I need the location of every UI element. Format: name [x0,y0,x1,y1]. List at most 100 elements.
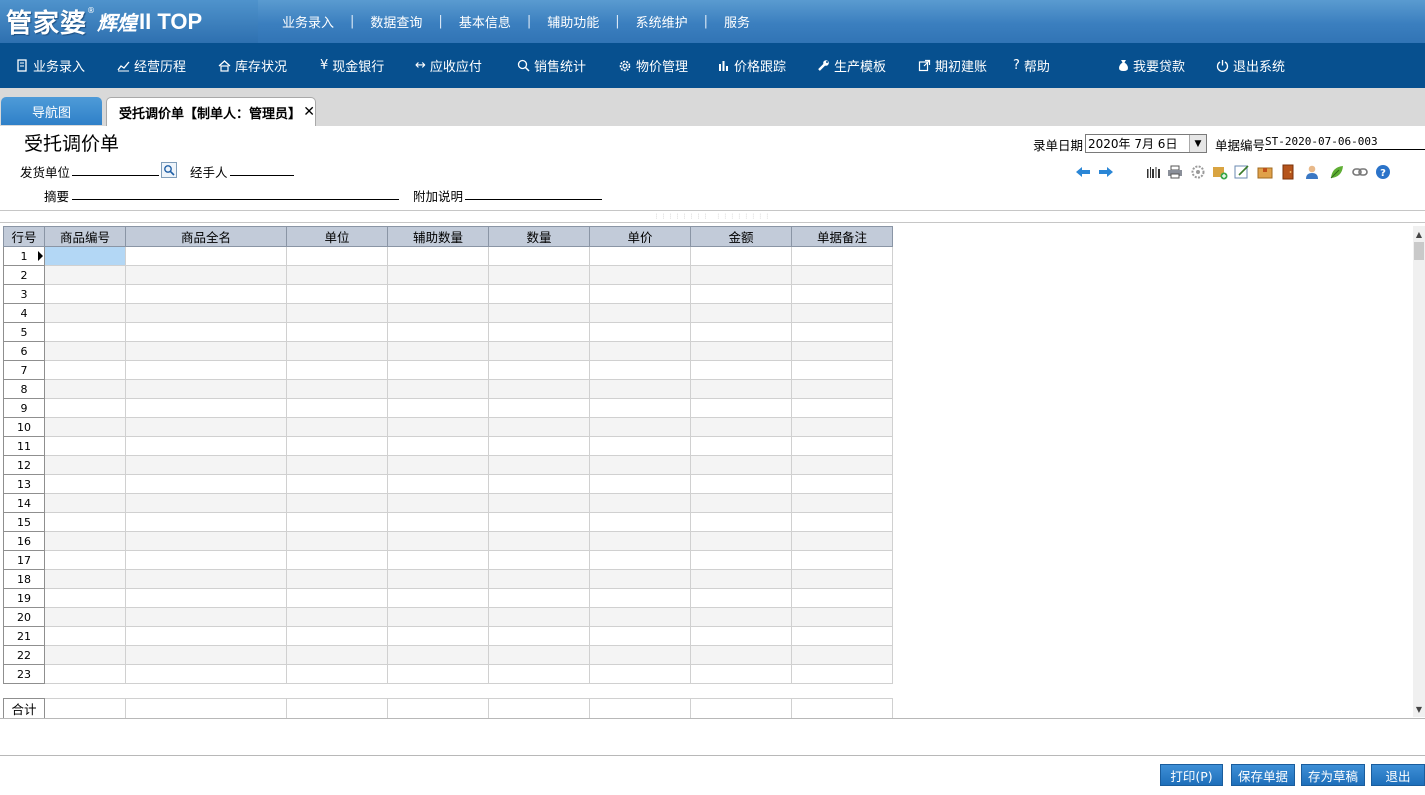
grid-cell[interactable] [286,664,388,684]
grid-cell[interactable] [387,284,489,304]
grid-cell[interactable] [44,607,126,627]
grid-cell[interactable] [690,379,792,399]
grid-cell[interactable] [286,645,388,665]
top-menu-maintenance[interactable]: 系统维护 [620,12,704,31]
col-header-code[interactable]: 商品编号 [44,226,126,247]
tab-consignment-price-adjust[interactable]: 受托调价单【制单人：管理员】 ✕ [106,97,316,126]
top-menu-service[interactable]: 服务 [708,12,766,31]
grid-cell[interactable] [589,265,691,285]
grid-cell[interactable] [589,303,691,323]
grid-cell[interactable] [286,265,388,285]
user-icon[interactable] [1304,164,1320,180]
grid-cell[interactable] [286,417,388,437]
package-icon[interactable] [1257,164,1273,180]
grid-cell[interactable] [589,607,691,627]
grid-cell[interactable] [488,569,590,589]
grid-cell[interactable] [791,645,893,665]
grid-cell[interactable] [690,664,792,684]
save-draft-button[interactable]: 存为草稿 [1301,764,1365,786]
grid-cell[interactable] [791,607,893,627]
grid-cell[interactable] [44,512,126,532]
grid-cell[interactable] [791,322,893,342]
grid-cell[interactable] [125,512,287,532]
grid-cell[interactable] [690,569,792,589]
top-menu-query[interactable]: 数据查询 [354,12,438,31]
grid-cell[interactable] [488,322,590,342]
grid-cell[interactable] [589,436,691,456]
grid-cell[interactable] [286,360,388,380]
grid-cell[interactable] [44,379,126,399]
nav-item-inventory[interactable]: 库存状况 [218,43,287,88]
table-row[interactable]: 11 [3,436,893,456]
grid-cell[interactable] [387,360,489,380]
table-row[interactable]: 14 [3,493,893,513]
grid-cell[interactable] [44,626,126,646]
col-header-aux-qty[interactable]: 辅助数量 [387,226,489,247]
grid-cell[interactable] [690,645,792,665]
col-header-amount[interactable]: 金额 [690,226,792,247]
table-row[interactable]: 22 [3,645,893,665]
grid-cell[interactable] [589,398,691,418]
grid-cell[interactable] [286,569,388,589]
grid-cell[interactable] [690,531,792,551]
grid-cell[interactable] [387,607,489,627]
table-row[interactable]: 4 [3,303,893,323]
grid-cell[interactable] [44,588,126,608]
grid-cell[interactable] [125,303,287,323]
grid-cell[interactable] [690,265,792,285]
grid-cell[interactable] [44,303,126,323]
grid-cell[interactable] [44,398,126,418]
nav-item-cash-bank[interactable]: ¥ 现金银行 [320,43,384,88]
grid-cell[interactable] [690,550,792,570]
grid-cell[interactable] [44,474,126,494]
grid-cell[interactable] [488,284,590,304]
grid-cell[interactable] [44,436,126,456]
grid-cell[interactable] [125,531,287,551]
grid-cell[interactable] [125,322,287,342]
grid-cell[interactable] [589,284,691,304]
grid-cell[interactable] [690,607,792,627]
table-row[interactable]: 19 [3,588,893,608]
grid-cell[interactable] [286,512,388,532]
grid-cell[interactable] [387,379,489,399]
table-row[interactable]: 3 [3,284,893,304]
grid-cell[interactable] [791,303,893,323]
scroll-thumb[interactable] [1414,242,1424,260]
grid-cell[interactable] [125,246,287,266]
grid-cell[interactable] [791,246,893,266]
grid-cell[interactable] [791,360,893,380]
nav-item-opening[interactable]: 期初建账 [918,43,987,88]
print-button[interactable]: 打印(P) [1160,764,1223,786]
table-row[interactable]: 6 [3,341,893,361]
grid-cell[interactable] [589,645,691,665]
grid-cell[interactable] [488,474,590,494]
grid-cell[interactable] [488,626,590,646]
grid-cell[interactable] [791,284,893,304]
table-row[interactable]: 13 [3,474,893,494]
grid-cell[interactable] [125,417,287,437]
grid-cell[interactable] [791,664,893,684]
grid-cell[interactable] [125,626,287,646]
grid-cell[interactable] [387,265,489,285]
grid-cell[interactable] [125,379,287,399]
grid-cell[interactable] [589,379,691,399]
nav-item-entry[interactable]: 业务录入 [16,43,85,88]
grid-cell[interactable] [286,531,388,551]
table-row[interactable]: 9 [3,398,893,418]
grid-cell[interactable] [44,455,126,475]
grid-cell[interactable] [690,588,792,608]
grid-cell[interactable] [791,531,893,551]
grid-cell[interactable] [690,398,792,418]
grid-cell[interactable] [387,246,489,266]
grid-cell[interactable] [44,493,126,513]
grid-cell[interactable] [286,455,388,475]
nav-item-help[interactable]: ? 帮助 [1013,43,1050,88]
grid-cell[interactable] [589,455,691,475]
grid-cell[interactable] [286,626,388,646]
grid-cell[interactable] [791,493,893,513]
tab-navigation[interactable]: 导航图 [1,97,102,125]
grid-cell[interactable] [387,341,489,361]
grid-cell[interactable] [286,474,388,494]
grid-cell[interactable] [387,303,489,323]
grid-cell[interactable] [125,474,287,494]
